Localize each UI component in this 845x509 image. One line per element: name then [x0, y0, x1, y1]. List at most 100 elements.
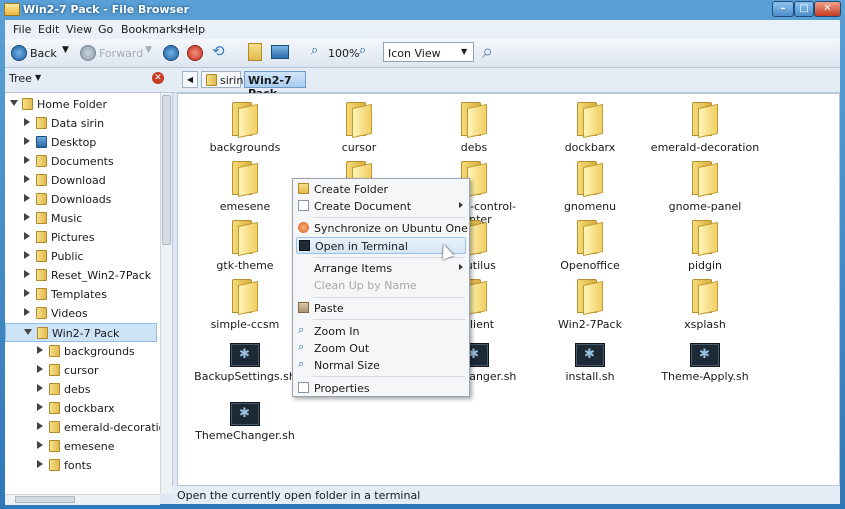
expander-icon[interactable]: [24, 232, 30, 240]
expander-icon[interactable]: [24, 175, 30, 183]
back-dropdown-icon[interactable]: ▼: [62, 45, 69, 61]
expander-icon[interactable]: [37, 422, 43, 430]
expander-icon[interactable]: [24, 137, 30, 145]
maximize-button[interactable]: □: [794, 1, 814, 17]
tree-item[interactable]: Templates: [5, 285, 157, 304]
search-icon[interactable]: ⌕: [482, 39, 493, 63]
menu-item-zoom-in[interactable]: ⌕ Zoom In: [296, 323, 466, 340]
menu-edit[interactable]: Edit: [38, 23, 59, 36]
expander-icon[interactable]: [37, 441, 43, 449]
tree-item[interactable]: Videos: [5, 304, 157, 323]
back-button[interactable]: Back: [30, 47, 57, 63]
menu-item-paste[interactable]: Paste: [296, 300, 466, 317]
tree-dropdown-icon[interactable]: ▼: [35, 73, 41, 82]
tree-item[interactable]: Public: [5, 247, 157, 266]
sidebar-vertical-scrollbar[interactable]: [160, 93, 172, 494]
up-arrow-icon[interactable]: [163, 45, 179, 61]
tree-item[interactable]: Desktop: [5, 133, 157, 152]
menu-item-zoom-out[interactable]: ⌕ Zoom Out: [296, 340, 466, 357]
tree-item[interactable]: Reset_Win2-7Pack: [5, 266, 157, 285]
file-item[interactable]: Win2-7Pack: [533, 273, 647, 331]
tree-item[interactable]: backgrounds: [5, 342, 157, 361]
sidebar-label[interactable]: Tree: [9, 72, 32, 85]
breadcrumb-sirin[interactable]: sirin: [201, 71, 243, 88]
expander-icon[interactable]: [24, 213, 30, 221]
home-folder-icon[interactable]: [248, 43, 262, 61]
tree-item[interactable]: Data sirin: [5, 114, 157, 133]
breadcrumb-left-icon[interactable]: ◀: [182, 71, 198, 88]
expander-icon[interactable]: [24, 251, 30, 259]
forward-button[interactable]: Forward: [99, 47, 143, 63]
sidebar-horizontal-scrollbar[interactable]: [5, 494, 160, 505]
expander-icon[interactable]: [24, 329, 32, 335]
zoom-in-icon[interactable]: ⌕: [359, 43, 366, 59]
file-item[interactable]: emesene: [188, 155, 302, 213]
menu-item-properties[interactable]: Properties: [296, 380, 466, 397]
file-item[interactable]: install.sh: [533, 341, 647, 399]
menu-help[interactable]: Help: [180, 23, 205, 36]
tree-item-selected[interactable]: Win2-7 Pack: [5, 323, 157, 342]
tree-item[interactable]: Download: [5, 171, 157, 190]
tree-item[interactable]: cursor: [5, 361, 157, 380]
file-item[interactable]: cursor: [302, 96, 416, 154]
expander-icon[interactable]: [37, 460, 43, 468]
expander-icon[interactable]: [10, 100, 18, 106]
file-item[interactable]: Openoffice: [533, 214, 647, 272]
expander-icon[interactable]: [24, 270, 30, 278]
expander-icon[interactable]: [37, 346, 43, 354]
tree-item[interactable]: Music: [5, 209, 157, 228]
expander-icon[interactable]: [37, 403, 43, 411]
forward-dropdown-icon[interactable]: ▼: [145, 45, 152, 61]
stop-icon[interactable]: [187, 45, 203, 61]
file-item[interactable]: Theme-Apply.sh: [648, 341, 762, 399]
expander-icon[interactable]: [24, 308, 30, 316]
menu-item-ubuntu-one[interactable]: Synchronize on Ubuntu One: [296, 220, 468, 237]
file-item[interactable]: gnome-panel: [648, 155, 762, 213]
menu-item-create-document[interactable]: Create Document: [296, 198, 466, 215]
file-item[interactable]: emerald-decoration: [648, 96, 762, 154]
scrollbar-thumb[interactable]: [162, 95, 171, 245]
tree-item[interactable]: Downloads: [5, 190, 157, 209]
file-item[interactable]: debs: [417, 96, 531, 154]
menu-bookmarks[interactable]: Bookmarks: [121, 23, 182, 36]
breadcrumb-current[interactable]: Win2-7 Pack: [244, 71, 306, 100]
menu-item-create-folder[interactable]: Create Folder: [296, 181, 466, 198]
scrollbar-thumb[interactable]: [15, 496, 75, 503]
file-item[interactable]: BackupSettings.sh: [188, 341, 302, 399]
close-sidebar-icon[interactable]: ✕: [152, 72, 164, 84]
computer-icon[interactable]: [271, 45, 289, 59]
expander-icon[interactable]: [24, 118, 30, 126]
expander-icon[interactable]: [37, 384, 43, 392]
close-button[interactable]: ✕: [814, 1, 841, 17]
back-arrow-icon[interactable]: [11, 45, 27, 61]
reload-icon[interactable]: ⟲: [212, 42, 225, 60]
tree-item[interactable]: dockbarx: [5, 399, 157, 418]
zoom-out-icon[interactable]: ⌕: [311, 43, 318, 59]
file-item[interactable]: xsplash: [648, 273, 762, 331]
file-item[interactable]: gtk-theme: [188, 214, 302, 272]
tree-item[interactable]: fonts: [5, 456, 157, 475]
expander-icon[interactable]: [24, 194, 30, 202]
view-mode-select[interactable]: Icon View ▼: [383, 42, 474, 62]
menu-file[interactable]: File: [13, 23, 31, 36]
menu-item-normal-size[interactable]: ⌕ Normal Size: [296, 357, 466, 374]
expander-icon[interactable]: [37, 365, 43, 373]
menu-item-arrange-items[interactable]: Arrange Items: [296, 260, 466, 277]
tree-item[interactable]: emesene: [5, 437, 157, 456]
menu-view[interactable]: View: [66, 23, 92, 36]
forward-arrow-icon[interactable]: [80, 45, 96, 61]
tree-item[interactable]: Documents: [5, 152, 157, 171]
tree-item[interactable]: debs: [5, 380, 157, 399]
minimize-button[interactable]: –: [772, 1, 794, 17]
tree-item[interactable]: Pictures: [5, 228, 157, 247]
expander-icon[interactable]: [24, 289, 30, 297]
menu-go[interactable]: Go: [98, 23, 113, 36]
file-item[interactable]: gnomenu: [533, 155, 647, 213]
file-item[interactable]: pidgin: [648, 214, 762, 272]
file-item[interactable]: ThemeChanger.sh: [188, 400, 302, 458]
file-item[interactable]: backgrounds: [188, 96, 302, 154]
tree-item[interactable]: Home Folder: [5, 95, 157, 114]
expander-icon[interactable]: [24, 156, 30, 164]
file-item[interactable]: simple-ccsm: [188, 273, 302, 331]
file-item[interactable]: dockbarx: [533, 96, 647, 154]
